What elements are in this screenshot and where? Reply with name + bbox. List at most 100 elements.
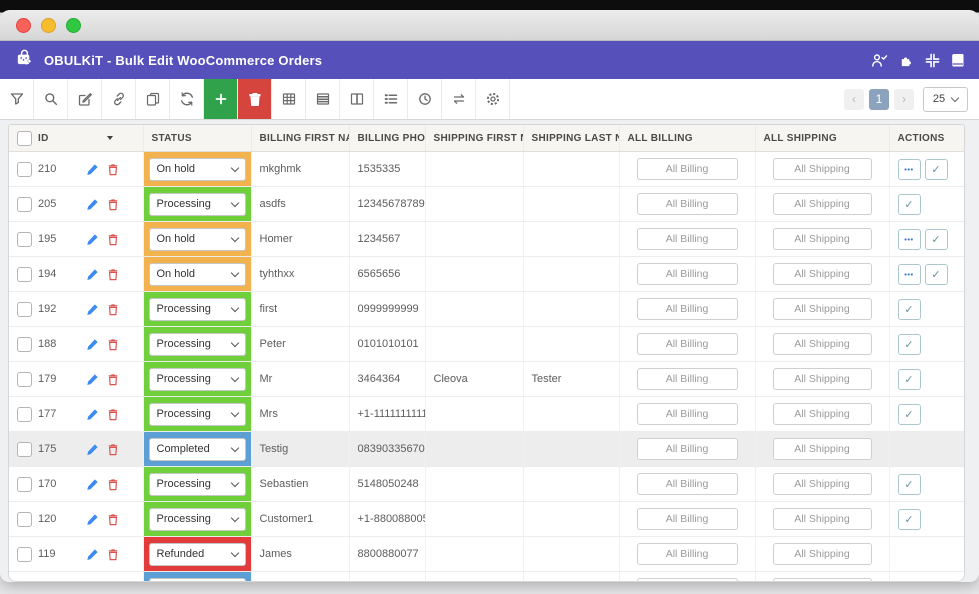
row-checkbox[interactable]	[17, 197, 32, 212]
delete-orders-button[interactable]	[238, 79, 272, 119]
approve-button[interactable]: ✓	[898, 509, 921, 530]
all-shipping-button[interactable]: All Shipping	[773, 578, 872, 582]
status-select[interactable]: Processing	[149, 368, 246, 391]
all-billing-button[interactable]: All Billing	[637, 193, 738, 215]
edit-row-icon[interactable]	[86, 198, 99, 211]
row-checkbox[interactable]	[17, 477, 32, 492]
book-icon[interactable]	[951, 53, 965, 68]
row-checkbox[interactable]	[17, 407, 32, 422]
approve-button[interactable]: ✓	[898, 299, 921, 320]
delete-row-icon[interactable]	[107, 198, 119, 211]
user-check-icon[interactable]	[871, 53, 888, 68]
status-select[interactable]: On hold	[149, 263, 246, 286]
approve-button[interactable]: ✓	[898, 369, 921, 390]
refresh-button[interactable]	[170, 79, 204, 119]
status-select[interactable]: On hold	[149, 228, 246, 251]
table-rows-button[interactable]	[306, 79, 340, 119]
status-select[interactable]: Processing	[149, 403, 246, 426]
approve-button[interactable]: ✓	[898, 404, 921, 425]
row-checkbox[interactable]	[17, 232, 32, 247]
puzzle-icon[interactable]	[899, 53, 914, 68]
edit-row-icon[interactable]	[86, 478, 99, 491]
link-button[interactable]	[102, 79, 136, 119]
compress-icon[interactable]	[925, 53, 940, 68]
columns-button[interactable]	[340, 79, 374, 119]
delete-row-icon[interactable]	[107, 408, 119, 421]
row-checkbox[interactable]	[17, 442, 32, 457]
all-billing-button[interactable]: All Billing	[637, 158, 738, 180]
approve-button[interactable]: ✓	[898, 334, 921, 355]
list-button[interactable]	[374, 79, 408, 119]
all-shipping-button[interactable]: All Shipping	[773, 263, 872, 285]
table-grid-button[interactable]	[272, 79, 306, 119]
repeat-button[interactable]	[442, 79, 476, 119]
all-billing-button[interactable]: All Billing	[637, 543, 738, 565]
all-shipping-button[interactable]: All Shipping	[773, 403, 872, 425]
row-checkbox[interactable]	[17, 512, 32, 527]
all-shipping-button[interactable]: All Shipping	[773, 368, 872, 390]
edit-row-icon[interactable]	[86, 373, 99, 386]
delete-row-icon[interactable]	[107, 268, 119, 281]
next-page-button[interactable]: ›	[894, 89, 914, 110]
settings-button[interactable]	[476, 79, 510, 119]
search-button[interactable]	[34, 79, 68, 119]
edit-row-icon[interactable]	[86, 548, 99, 561]
delete-row-icon[interactable]	[107, 548, 119, 561]
edit-row-icon[interactable]	[86, 338, 99, 351]
all-billing-button[interactable]: All Billing	[637, 578, 738, 582]
all-billing-button[interactable]: All Billing	[637, 438, 738, 460]
all-billing-button[interactable]: All Billing	[637, 403, 738, 425]
row-checkbox[interactable]	[17, 162, 32, 177]
row-checkbox[interactable]	[17, 582, 32, 583]
more-actions-button[interactable]: •••	[898, 264, 921, 285]
history-button[interactable]	[408, 79, 442, 119]
all-billing-button[interactable]: All Billing	[637, 263, 738, 285]
edit-row-icon[interactable]	[86, 443, 99, 456]
status-select[interactable]: Completed	[149, 438, 246, 461]
status-select[interactable]: Processing	[149, 508, 246, 531]
delete-row-icon[interactable]	[107, 303, 119, 316]
minimize-window-button[interactable]	[41, 18, 56, 33]
all-shipping-button[interactable]: All Shipping	[773, 333, 872, 355]
edit-row-icon[interactable]	[86, 408, 99, 421]
approve-button[interactable]: ✓	[925, 229, 948, 250]
edit-row-icon[interactable]	[86, 163, 99, 176]
delete-row-icon[interactable]	[107, 373, 119, 386]
add-order-button[interactable]	[204, 79, 238, 119]
all-shipping-button[interactable]: All Shipping	[773, 508, 872, 530]
per-page-select[interactable]: 25	[923, 87, 968, 112]
delete-row-icon[interactable]	[107, 478, 119, 491]
all-shipping-button[interactable]: All Shipping	[773, 438, 872, 460]
status-select[interactable]: On hold	[149, 158, 246, 181]
row-checkbox[interactable]	[17, 372, 32, 387]
row-checkbox[interactable]	[17, 267, 32, 282]
all-billing-button[interactable]: All Billing	[637, 473, 738, 495]
approve-button[interactable]: ✓	[898, 194, 921, 215]
row-checkbox[interactable]	[17, 547, 32, 562]
delete-row-icon[interactable]	[107, 338, 119, 351]
status-select[interactable]: Refunded	[149, 543, 246, 566]
close-window-button[interactable]	[16, 18, 31, 33]
row-checkbox[interactable]	[17, 337, 32, 352]
prev-page-button[interactable]: ‹	[844, 89, 864, 110]
edit-button[interactable]	[68, 79, 102, 119]
all-shipping-button[interactable]: All Shipping	[773, 158, 872, 180]
more-actions-button[interactable]: •••	[898, 229, 921, 250]
sort-desc-icon[interactable]	[107, 136, 113, 140]
edit-row-icon[interactable]	[86, 268, 99, 281]
all-billing-button[interactable]: All Billing	[637, 228, 738, 250]
row-checkbox[interactable]	[17, 302, 32, 317]
all-billing-button[interactable]: All Billing	[637, 298, 738, 320]
edit-row-icon[interactable]	[86, 513, 99, 526]
all-shipping-button[interactable]: All Shipping	[773, 228, 872, 250]
all-shipping-button[interactable]: All Shipping	[773, 298, 872, 320]
status-select[interactable]: Processing	[149, 193, 246, 216]
status-select[interactable]: Processing	[149, 298, 246, 321]
more-actions-button[interactable]: •••	[898, 159, 921, 180]
approve-button[interactable]: ✓	[925, 264, 948, 285]
delete-row-icon[interactable]	[107, 233, 119, 246]
all-shipping-button[interactable]: All Shipping	[773, 473, 872, 495]
all-billing-button[interactable]: All Billing	[637, 368, 738, 390]
all-shipping-button[interactable]: All Shipping	[773, 543, 872, 565]
delete-row-icon[interactable]	[107, 163, 119, 176]
